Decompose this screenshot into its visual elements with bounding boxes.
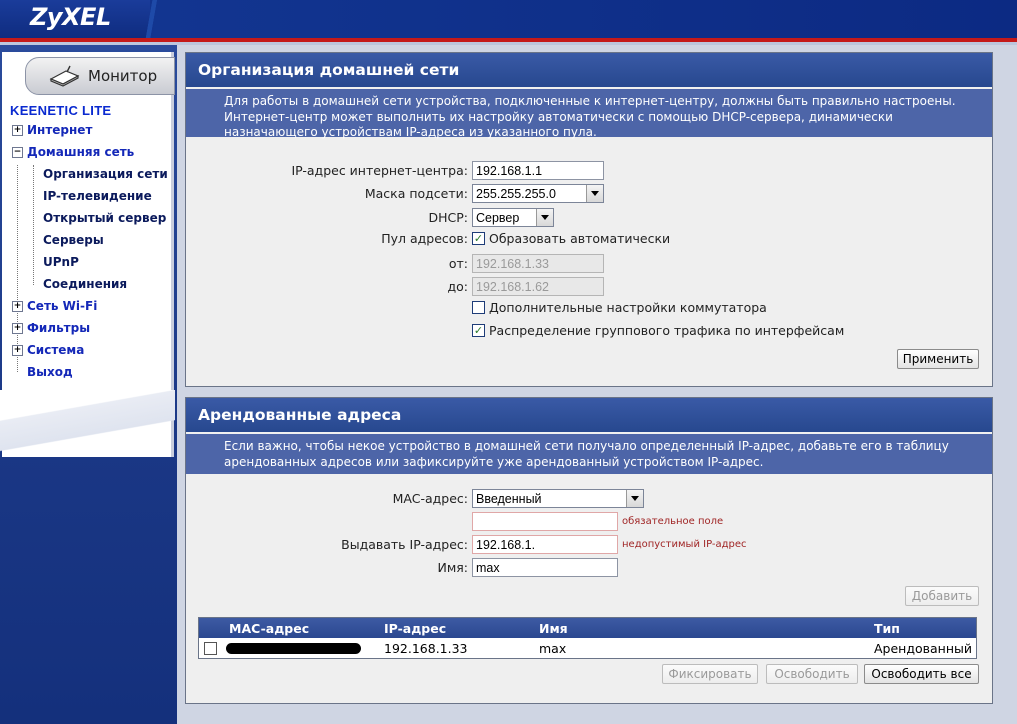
section-description: Если важно, чтобы некое устройство в дом…: [186, 432, 992, 474]
dhcp-select[interactable]: Сервер: [472, 208, 554, 227]
pool-from-label: от:: [448, 256, 468, 271]
column-header-mac[interactable]: MAC-адрес: [199, 621, 384, 636]
nav-sub-servers[interactable]: Серверы: [43, 230, 104, 250]
subnet-mask-value: 255.255.255.0: [476, 187, 556, 201]
section-description: Для работы в домашней сети устройства, п…: [186, 87, 992, 139]
release-button[interactable]: Освободить: [766, 664, 858, 684]
nav-item-internet[interactable]: + Интернет: [12, 120, 92, 140]
dhcp-label: DHCP:: [428, 210, 468, 225]
expand-icon[interactable]: +: [12, 300, 23, 312]
section-title: Арендованные адреса: [186, 398, 992, 432]
table-header: MAC-адрес IP-адрес Имя Тип: [199, 618, 976, 638]
name-label: Имя:: [437, 560, 468, 575]
name-input[interactable]: max: [472, 558, 618, 577]
nav-item-home-network[interactable]: − Домашняя сеть: [12, 142, 134, 162]
pool-to-input[interactable]: 192.168.1.62: [472, 277, 604, 296]
dhcp-value: Сервер: [476, 211, 520, 225]
nav-item-wifi[interactable]: + Сеть Wi-Fi: [12, 296, 97, 316]
router-icon: [49, 65, 80, 87]
subnet-mask-select[interactable]: 255.255.255.0: [472, 184, 604, 203]
apply-button[interactable]: Применить: [897, 349, 979, 369]
nav-item-label: Интернет: [27, 123, 93, 137]
ip-label: IP-адрес интернет-центра:: [291, 163, 468, 178]
row-ip: 192.168.1.33: [384, 640, 468, 656]
nav-item-system[interactable]: + Система: [12, 340, 84, 360]
dropdown-arrow-icon[interactable]: [586, 185, 603, 202]
nav-sub-iptv[interactable]: IP-телевидение: [43, 186, 152, 206]
monitor-tab-label: Монитор: [88, 67, 158, 85]
nav-item-filters[interactable]: + Фильтры: [12, 318, 90, 338]
mac-required-hint: обязательное поле: [622, 516, 724, 527]
device-model: KEENETIC LITE: [10, 103, 112, 118]
multicast-checkbox[interactable]: ✓: [472, 324, 485, 337]
zyxel-logo: ZyXEL: [30, 3, 111, 31]
main-content: Организация домашней сети Для работы в д…: [177, 45, 1017, 724]
pool-auto-checkbox[interactable]: ✓: [472, 232, 485, 245]
row-name: max: [539, 640, 567, 656]
table-row[interactable]: 192.168.1.33 max Арендованный: [199, 638, 976, 658]
release-all-button[interactable]: Освободить все: [864, 664, 979, 684]
lease-ip-input[interactable]: 192.168.1.: [472, 535, 618, 554]
section-title: Организация домашней сети: [186, 53, 992, 87]
tree-guide-sub: [33, 165, 34, 285]
column-header-name[interactable]: Имя: [539, 621, 874, 636]
home-network-section: Организация домашней сети Для работы в д…: [185, 52, 993, 387]
ip-invalid-hint: недопустимый IP-адрес: [622, 539, 747, 550]
column-header-type[interactable]: Тип: [874, 621, 900, 636]
dropdown-arrow-icon[interactable]: [626, 490, 643, 507]
nav-panel-bottom: [0, 390, 175, 460]
logo-area: ZyXEL: [0, 0, 150, 38]
multicast-label: Распределение группового трафика по инте…: [489, 323, 845, 338]
column-header-ip[interactable]: IP-адрес: [384, 621, 539, 636]
pool-label: Пул адресов:: [381, 231, 468, 246]
mac-mode-select[interactable]: Введенный: [472, 489, 644, 508]
expand-icon[interactable]: +: [12, 124, 23, 136]
switch-settings-label: Дополнительные настройки коммутатора: [489, 300, 767, 315]
nav-item-logout[interactable]: Выход: [27, 362, 73, 382]
app-header: ZyXEL: [0, 0, 1017, 38]
mac-input[interactable]: [472, 512, 618, 531]
pool-from-input[interactable]: 192.168.1.33: [472, 254, 604, 273]
dropdown-arrow-icon[interactable]: [536, 209, 553, 226]
nav-item-label: Фильтры: [27, 321, 91, 335]
leased-addresses-section: Арендованные адреса Если важно, чтобы не…: [185, 397, 993, 704]
row-select-checkbox[interactable]: [204, 641, 217, 655]
lease-table: MAC-адрес IP-адрес Имя Тип 192.168.1.33 …: [198, 617, 977, 659]
collapse-icon[interactable]: −: [12, 146, 23, 158]
nav-sub-open-server[interactable]: Открытый сервер: [43, 208, 166, 228]
expand-icon[interactable]: +: [12, 322, 23, 334]
nav-item-label: Сеть Wi-Fi: [27, 299, 98, 313]
router-ip-input[interactable]: 192.168.1.1: [472, 161, 604, 180]
row-type: Арендованный: [874, 640, 973, 656]
pool-auto-label: Образовать автоматически: [489, 231, 671, 246]
fix-button[interactable]: Фиксировать: [662, 664, 758, 684]
mac-mode-value: Введенный: [476, 492, 542, 506]
mask-label: Маска подсети:: [364, 186, 468, 201]
monitor-tab[interactable]: Монитор: [25, 57, 175, 95]
nav-sub-network-setup[interactable]: Организация сети: [43, 164, 168, 184]
nav-item-label: Домашняя сеть: [27, 145, 135, 159]
lease-ip-label: Выдавать IP-адрес:: [341, 537, 468, 552]
nav-item-label: Система: [27, 343, 85, 357]
mac-label: MAC-адрес:: [392, 491, 468, 506]
expand-icon[interactable]: +: [12, 344, 23, 356]
nav-sub-upnp[interactable]: UPnP: [43, 252, 79, 272]
redacted-mac: [226, 642, 361, 654]
pool-to-label: до:: [447, 279, 468, 294]
header-decoration: [140, 0, 164, 38]
add-button[interactable]: Добавить: [905, 586, 979, 606]
nav-sub-connections[interactable]: Соединения: [43, 274, 127, 294]
switch-settings-checkbox[interactable]: [472, 301, 485, 314]
